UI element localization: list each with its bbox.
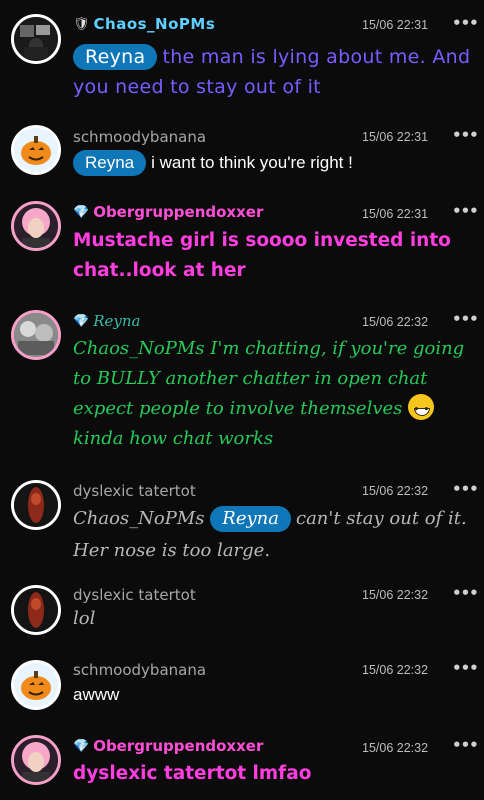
timestamp: 15/06 22:32 <box>362 484 429 498</box>
mention-tag[interactable]: Reyna <box>73 150 147 176</box>
message-prefix: Chaos_NoPMs <box>73 508 205 529</box>
more-options-icon[interactable]: ••• <box>452 480 479 498</box>
avatar[interactable] <box>11 14 61 64</box>
more-options-icon[interactable]: ••• <box>452 202 479 220</box>
more-options-icon[interactable]: ••• <box>452 126 479 144</box>
diamond-icon: 💎 <box>73 738 90 754</box>
username[interactable]: 💎 Reyna <box>73 312 140 330</box>
username-label: dyslexic tatertot <box>73 482 196 500</box>
username-label: Obergruppendoxxer <box>93 737 264 755</box>
message-text: dyslexic tatertot lmfao <box>73 763 312 784</box>
message-text: Mustache girl is soooo invested into cha… <box>73 230 451 281</box>
timestamp: 15/06 22:32 <box>362 741 429 755</box>
username-label: Reyna <box>93 312 141 330</box>
username[interactable]: 💎 Obergruppendoxxer <box>73 203 263 221</box>
username[interactable]: 🛡 Chaos_NoPMs <box>73 15 215 33</box>
timestamp: 15/06 22:31 <box>362 130 429 144</box>
shield-icon: 🛡 <box>73 16 90 32</box>
username-label: schmoodybanana <box>73 128 207 146</box>
username-label: Chaos_NoPMs <box>93 15 216 33</box>
username[interactable]: schmoodybanana <box>73 128 206 146</box>
username-label: dyslexic tatertot <box>73 586 196 604</box>
more-options-icon[interactable]: ••• <box>452 310 479 328</box>
username[interactable]: schmoodybanana <box>73 661 206 679</box>
grinning-emoji-icon <box>408 394 435 425</box>
avatar[interactable] <box>11 660 61 710</box>
message-text: lol <box>73 608 96 629</box>
username[interactable]: dyslexic tatertot <box>73 482 196 500</box>
username-label: Obergruppendoxxer <box>93 203 264 221</box>
diamond-icon: 💎 <box>73 204 90 220</box>
avatar[interactable] <box>11 310 61 360</box>
mention-tag[interactable]: Reyna <box>73 44 158 70</box>
timestamp: 15/06 22:32 <box>362 663 429 677</box>
timestamp: 15/06 22:31 <box>362 207 429 221</box>
message-text: Reyna the man is lying about me. And you … <box>73 42 473 102</box>
username[interactable]: 💎 Obergruppendoxxer <box>73 737 263 755</box>
username[interactable]: dyslexic tatertot <box>73 586 196 604</box>
avatar[interactable] <box>11 125 61 175</box>
message-body: Chaos_NoPMs I'm chatting, if you're goin… <box>73 338 465 419</box>
avatar[interactable] <box>11 585 61 635</box>
message-text: awww <box>73 685 120 704</box>
message-body: i want to think you're right ! <box>151 153 353 172</box>
avatar[interactable] <box>11 735 61 785</box>
timestamp: 15/06 22:32 <box>362 588 429 602</box>
timestamp: 15/06 22:31 <box>362 18 429 32</box>
more-options-icon[interactable]: ••• <box>452 659 479 677</box>
mention-tag[interactable]: Reyna <box>210 506 291 532</box>
message-text: Chaos_NoPMs I'm chatting, if you're goin… <box>73 334 473 454</box>
username-label: schmoodybanana <box>73 661 207 679</box>
message-body-2: kinda how chat works <box>73 428 274 449</box>
more-options-icon[interactable]: ••• <box>452 736 479 754</box>
more-options-icon[interactable]: ••• <box>452 584 479 602</box>
avatar[interactable] <box>11 480 61 530</box>
diamond-icon: 💎 <box>73 313 90 329</box>
avatar[interactable] <box>11 201 61 251</box>
message-text: Chaos_NoPMs Reyna can't stay out of it. H… <box>73 503 473 567</box>
message-text: Reyna i want to think you're right ! <box>73 148 473 178</box>
more-options-icon[interactable]: ••• <box>452 14 479 32</box>
timestamp: 15/06 22:32 <box>362 315 429 329</box>
